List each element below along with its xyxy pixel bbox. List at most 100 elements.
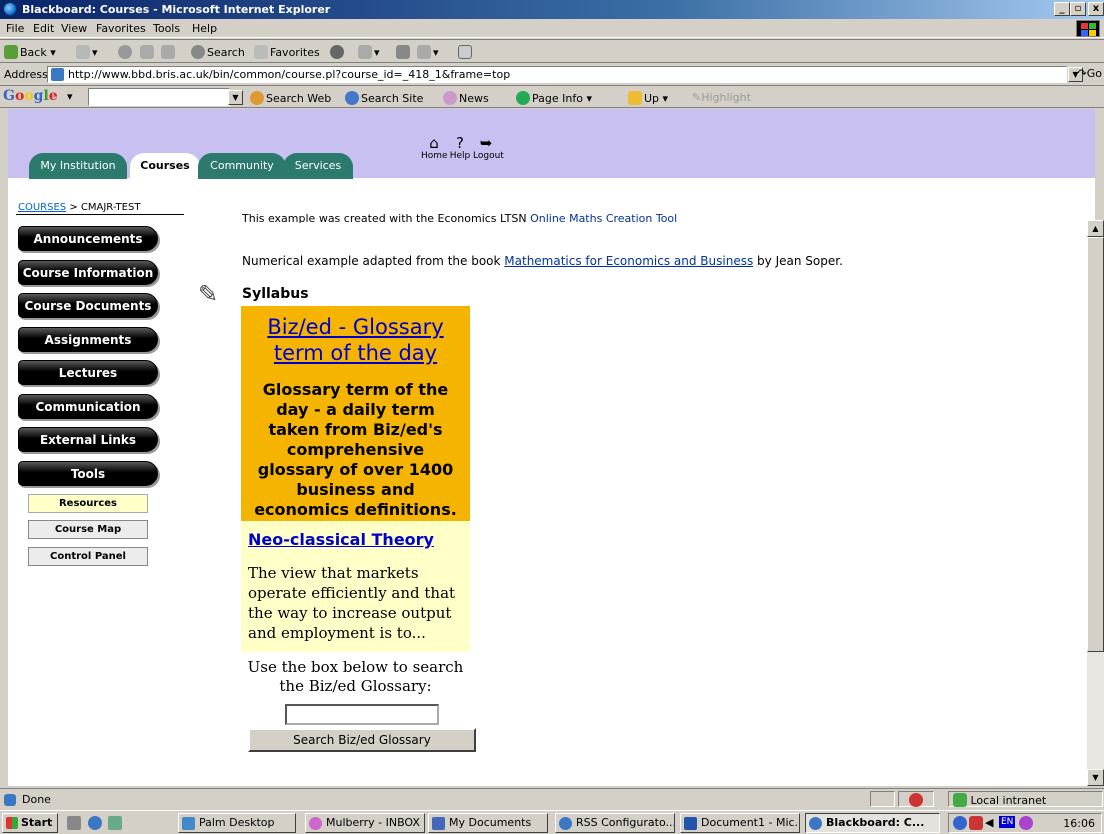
menu-favorites[interactable]: Favorites (96, 22, 146, 35)
history-icon (358, 45, 372, 59)
show-desktop-icon[interactable] (67, 816, 81, 830)
scrollbar-thumb[interactable] (1087, 237, 1104, 652)
refresh-button[interactable] (140, 45, 156, 59)
quick-launch-ie-icon[interactable] (88, 816, 102, 830)
menu-view[interactable]: View (61, 22, 87, 35)
menu-file[interactable]: File (6, 22, 24, 35)
course-menu-course-information[interactable]: Course Information (18, 260, 158, 285)
task-document1[interactable]: Document1 - Mic... (680, 813, 800, 833)
popup-blocked-icon[interactable] (898, 791, 934, 807)
glossary-term-of-day-link[interactable]: Biz/ed - Glossary term of the day (241, 314, 470, 366)
google-logo[interactable]: Google (3, 88, 58, 104)
glossary-search-input[interactable] (285, 704, 439, 725)
go-button[interactable]: ↷Go (1078, 67, 1102, 80)
book-link[interactable]: Mathematics for Economics and Business (504, 254, 753, 268)
highlight-button[interactable]: ✎Highlight (692, 91, 751, 104)
close-button[interactable]: x (1088, 2, 1104, 16)
help-link[interactable]: ? Help (447, 135, 473, 161)
page-info-button[interactable]: Page Info ▾ (516, 91, 592, 105)
numerical-example-text: Numerical example adapted from the book … (242, 254, 843, 268)
back-button[interactable]: Back ▾ (4, 45, 56, 59)
glossary-term-link[interactable]: Neo-classical Theory (248, 530, 434, 549)
course-menu-assignments[interactable]: Assignments (18, 327, 158, 352)
tray-app-icon[interactable] (1019, 816, 1033, 830)
syllabus-heading: Syllabus (242, 286, 309, 302)
news-button[interactable]: News (443, 91, 489, 105)
tray-network-icon[interactable] (953, 816, 967, 830)
edit-button[interactable] (458, 45, 474, 59)
browser-viewport: My Institution Courses Community Service… (8, 109, 1095, 786)
tray-volume-icon[interactable]: ◀ (985, 816, 993, 829)
course-menu-external-links[interactable]: External Links (18, 427, 158, 452)
search-button[interactable]: Search (191, 45, 245, 59)
breadcrumb-divider (16, 214, 184, 215)
menu-help[interactable]: Help (192, 22, 217, 35)
media-button[interactable] (330, 45, 346, 59)
search-web-button[interactable]: Search Web (250, 91, 331, 105)
history-button[interactable]: ▾ (358, 45, 380, 59)
address-label: Address (4, 68, 48, 81)
tab-community[interactable]: Community (198, 153, 286, 179)
address-url: http://www.bbd.bris.ac.uk/bin/common/cou… (68, 68, 511, 81)
windows-taskbar: Start Palm Desktop Mulberry - INBOX My D… (0, 810, 1104, 834)
tab-my-institution[interactable]: My Institution (29, 153, 127, 179)
edit-page-icon (458, 45, 472, 59)
menu-edit[interactable]: Edit (33, 22, 54, 35)
course-map-button[interactable]: Course Map (28, 520, 148, 539)
home-button[interactable] (161, 45, 177, 59)
task-palm-desktop[interactable]: Palm Desktop (178, 813, 296, 833)
breadcrumb-courses-link[interactable]: COURSES (18, 202, 66, 213)
maths-tool-link[interactable]: Online Maths Creation Tool (530, 214, 677, 223)
tab-services[interactable]: Services (283, 153, 353, 179)
favorites-button[interactable]: Favorites (254, 45, 320, 59)
scroll-up-arrow-icon[interactable]: ▲ (1087, 220, 1104, 237)
course-menu-announcements[interactable]: Announcements (18, 226, 158, 251)
status-bar: Done Local intranet (0, 788, 1104, 808)
task-blackboard[interactable]: Blackboard: C... (805, 813, 940, 833)
course-menu-lectures[interactable]: Lectures (18, 360, 158, 385)
mail-button[interactable]: ▾ (417, 45, 439, 59)
tray-language-indicator[interactable]: EN (999, 816, 1016, 828)
quick-launch-app-icon[interactable] (108, 816, 122, 830)
tab-courses[interactable]: Courses (130, 153, 200, 179)
course-menu-course-documents[interactable]: Course Documents (18, 293, 158, 318)
highlighter-icon: ✎ (692, 91, 702, 104)
resources-button[interactable]: Resources (28, 494, 148, 513)
search-site-button[interactable]: Search Site (345, 91, 423, 105)
stop-button[interactable] (118, 45, 134, 59)
address-input[interactable]: http://www.bbd.bris.ac.uk/bin/common/cou… (47, 66, 1067, 83)
menu-tools[interactable]: Tools (153, 22, 180, 35)
up-button[interactable]: Up ▾ (628, 91, 668, 105)
logout-icon: ➥ (479, 134, 493, 152)
logout-link[interactable]: ➥ Logout (473, 134, 504, 161)
tray-antivirus-icon[interactable] (969, 816, 983, 830)
word-icon (684, 817, 697, 830)
google-search-input[interactable] (88, 88, 230, 106)
print-icon (396, 45, 410, 59)
glossary-term-definition: The view that markets operate efficientl… (248, 564, 456, 642)
window-title-bar[interactable]: Blackboard: Courses - Microsoft Internet… (0, 0, 1104, 19)
ie-icon (3, 2, 17, 16)
task-mulberry[interactable]: Mulberry - INBOX (305, 813, 425, 833)
forward-button[interactable]: ▾ (76, 45, 98, 59)
start-button[interactable]: Start (2, 813, 58, 833)
google-dropdown-button[interactable]: ▼ (228, 90, 243, 105)
glossary-term-box: Neo-classical Theory The view that marke… (241, 521, 470, 652)
mulberry-icon (309, 817, 322, 830)
course-menu-communication[interactable]: Communication (18, 394, 158, 419)
search-glossary-button[interactable]: Search Biz/ed Glossary (248, 728, 476, 752)
course-menu-tools[interactable]: Tools (18, 461, 158, 486)
refresh-icon (140, 45, 154, 59)
clock[interactable]: 16:06 (1063, 817, 1095, 830)
task-rss-configurator[interactable]: RSS Configurato... (555, 813, 675, 833)
scroll-down-arrow-icon[interactable]: ▼ (1087, 769, 1104, 786)
minimize-button[interactable]: _ (1054, 2, 1070, 16)
maximize-button[interactable]: ▫ (1070, 2, 1086, 16)
local-intranet-icon (953, 793, 967, 807)
vertical-scrollbar[interactable]: ▲ ▼ (1087, 220, 1104, 786)
control-panel-button[interactable]: Control Panel (28, 547, 148, 566)
task-my-documents[interactable]: My Documents (428, 813, 548, 833)
google-menu-arrow-icon[interactable]: ▾ (67, 90, 73, 103)
print-button[interactable] (396, 45, 412, 59)
home-link[interactable]: ⌂ Home (421, 135, 448, 161)
